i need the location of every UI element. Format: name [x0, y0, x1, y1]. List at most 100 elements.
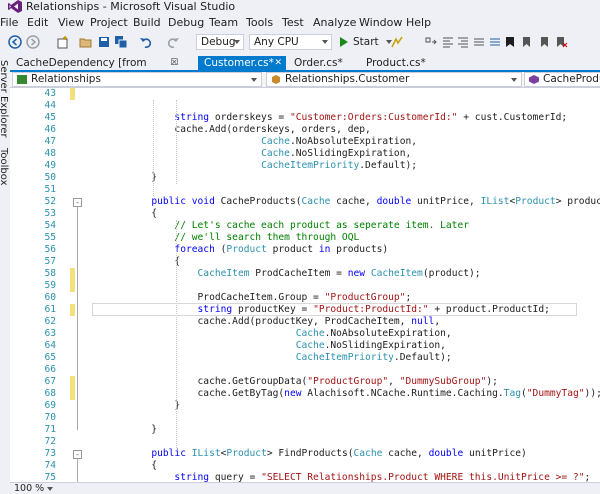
code-line[interactable]: 57 {: [10, 256, 600, 268]
code-line[interactable]: 56 foreach (Product product in products): [10, 244, 600, 256]
code-line[interactable]: 52 public void CacheProducts(Cache cache…: [10, 196, 600, 208]
code-line[interactable]: 49 CacheItemPriority.Default);: [10, 160, 600, 172]
code-text: {: [82, 208, 157, 220]
line-number: 54: [44, 220, 56, 231]
menu-tools[interactable]: Tools: [246, 16, 273, 30]
redo-icon[interactable]: [166, 35, 180, 49]
tab-product-cs[interactable]: Product.cs*: [360, 56, 440, 70]
code-line[interactable]: 50 }: [10, 172, 600, 184]
step-into-icon[interactable]: [424, 35, 438, 49]
code-token: IList: [480, 196, 510, 207]
save-icon[interactable]: [97, 35, 111, 49]
close-icon[interactable]: ✕: [274, 56, 282, 70]
solution-platform-dropdown[interactable]: Any CPU: [249, 34, 332, 50]
tab-cachedependency[interactable]: CacheDependency [from metadata] ⮽: [10, 56, 194, 83]
menu-analyze[interactable]: Analyze: [313, 16, 356, 30]
code-line[interactable]: 68 cache.GetByTag(new Alachisoft.NCache.…: [10, 388, 600, 400]
project-dropdown[interactable]: Relationships: [12, 72, 262, 87]
pin-icon[interactable]: ⮽: [171, 56, 178, 70]
code-line[interactable]: 67 cache.GetGroupData("ProductGroup", "D…: [10, 376, 600, 388]
menu-test[interactable]: Test: [282, 16, 304, 30]
tab-order-cs[interactable]: Order.cs*: [288, 56, 354, 70]
collapse-toggle-icon[interactable]: -: [73, 198, 82, 207]
code-line[interactable]: 43: [10, 88, 600, 100]
code-token: ProdCacheItem =: [249, 268, 348, 279]
menu-view[interactable]: View: [58, 16, 84, 30]
solution-configuration-dropdown[interactable]: Debug: [196, 34, 244, 50]
line-number: 63: [44, 328, 56, 339]
undo-icon[interactable]: [139, 35, 153, 49]
code-token: "Customer:Orders:CustomerId:": [289, 112, 458, 123]
code-line[interactable]: 71 }: [10, 424, 600, 436]
collapse-toggle-icon[interactable]: -: [73, 450, 82, 459]
menu-debug[interactable]: Debug: [168, 16, 204, 30]
code-token: cache.GetGroupData(: [82, 376, 308, 387]
new-project-icon[interactable]: [56, 35, 70, 49]
code-line[interactable]: 63 Cache.NoAbsoluteExpiration,: [10, 328, 600, 340]
previous-bookmark-icon[interactable]: [520, 35, 534, 49]
code-text: CacheItem ProdCacheItem = new CacheItem(…: [82, 268, 481, 280]
code-text: cache.GetByTag(new Alachisoft.NCache.Run…: [82, 388, 600, 400]
code-line[interactable]: 75 string query = "SELECT Relationships.…: [10, 472, 600, 482]
toolbox-tab[interactable]: Toolbox: [0, 148, 9, 186]
code-line[interactable]: 66: [10, 364, 600, 376]
menu-build[interactable]: Build: [133, 16, 161, 30]
browser-link-icon[interactable]: [390, 35, 404, 49]
open-file-icon[interactable]: [79, 35, 93, 49]
code-line[interactable]: 74 {: [10, 460, 600, 472]
zoom-level[interactable]: 100 %: [14, 483, 54, 494]
line-number: 71: [44, 424, 56, 435]
code-text: // we'll search them through OQL: [82, 232, 359, 244]
code-line[interactable]: 59: [10, 280, 600, 292]
code-line[interactable]: 44: [10, 100, 600, 112]
tab-customer-cs[interactable]: Customer.cs* ✕: [198, 56, 286, 70]
code-line[interactable]: 69 }: [10, 400, 600, 412]
bookmark-icon[interactable]: [503, 35, 517, 49]
menu-window[interactable]: Window: [359, 16, 402, 30]
outline-bracket: [77, 459, 78, 482]
code-line[interactable]: 55 // we'll search them through OQL: [10, 232, 600, 244]
code-line[interactable]: 64 Cache.NoSlidingExpiration,: [10, 340, 600, 352]
code-line[interactable]: 54 // Let's cache each product as sepera…: [10, 220, 600, 232]
start-debugging-button[interactable]: Start: [340, 34, 392, 50]
align-right-icon[interactable]: [456, 35, 470, 49]
class-dropdown[interactable]: Relationships.Customer: [266, 72, 522, 87]
uncomment-icon[interactable]: [488, 35, 502, 49]
next-bookmark-icon[interactable]: [537, 35, 551, 49]
save-all-icon[interactable]: [114, 35, 128, 49]
comment-out-icon[interactable]: [472, 35, 486, 49]
menu-team[interactable]: Team: [209, 16, 238, 30]
code-editor[interactable]: 43 44 45 string orderskeys = "Customer:Ord…: [10, 88, 600, 482]
code-line[interactable]: 70: [10, 412, 600, 424]
code-token: foreach: [174, 244, 215, 255]
menu-project[interactable]: Project: [90, 16, 128, 30]
server-explorer-tab[interactable]: Server Explorer: [0, 60, 9, 138]
navigate-forward-icon[interactable]: [26, 35, 40, 49]
line-number: 47: [44, 136, 56, 147]
navigate-back-icon[interactable]: [8, 35, 22, 49]
code-line[interactable]: 53 {: [10, 208, 600, 220]
code-token: (product);: [422, 268, 481, 279]
code-line[interactable]: 45 string orderskeys = "Customer:Orders:…: [10, 112, 600, 124]
menu-file[interactable]: File: [0, 16, 18, 30]
code-line[interactable]: 62 cache.Add(productKey, ProdCacheItem, …: [10, 316, 600, 328]
align-left-icon[interactable]: [441, 35, 455, 49]
code-line[interactable]: 73 public IList<Product> FindProducts(Ca…: [10, 448, 600, 460]
code-line[interactable]: 47 Cache.NoAbsoluteExpiration,: [10, 136, 600, 148]
code-line[interactable]: 51: [10, 184, 600, 196]
chevron-down-icon: [47, 486, 54, 491]
indent-guide: [176, 100, 178, 184]
clear-bookmarks-icon[interactable]: [554, 35, 568, 49]
code-line[interactable]: 48 Cache.NoSlidingExpiration,: [10, 148, 600, 160]
member-dropdown[interactable]: CacheProducts(C: [524, 72, 600, 87]
code-line[interactable]: 65 CacheItemPriority.Default);: [10, 352, 600, 364]
menu-edit[interactable]: Edit: [27, 16, 48, 30]
code-line[interactable]: 72: [10, 436, 600, 448]
code-line[interactable]: 58 CacheItem ProdCacheItem = new CacheIt…: [10, 268, 600, 280]
code-line[interactable]: 46 cache.Add(orderskeys, orders, dep,: [10, 124, 600, 136]
line-number: 48: [44, 148, 56, 159]
menu-help[interactable]: Help: [406, 16, 431, 30]
